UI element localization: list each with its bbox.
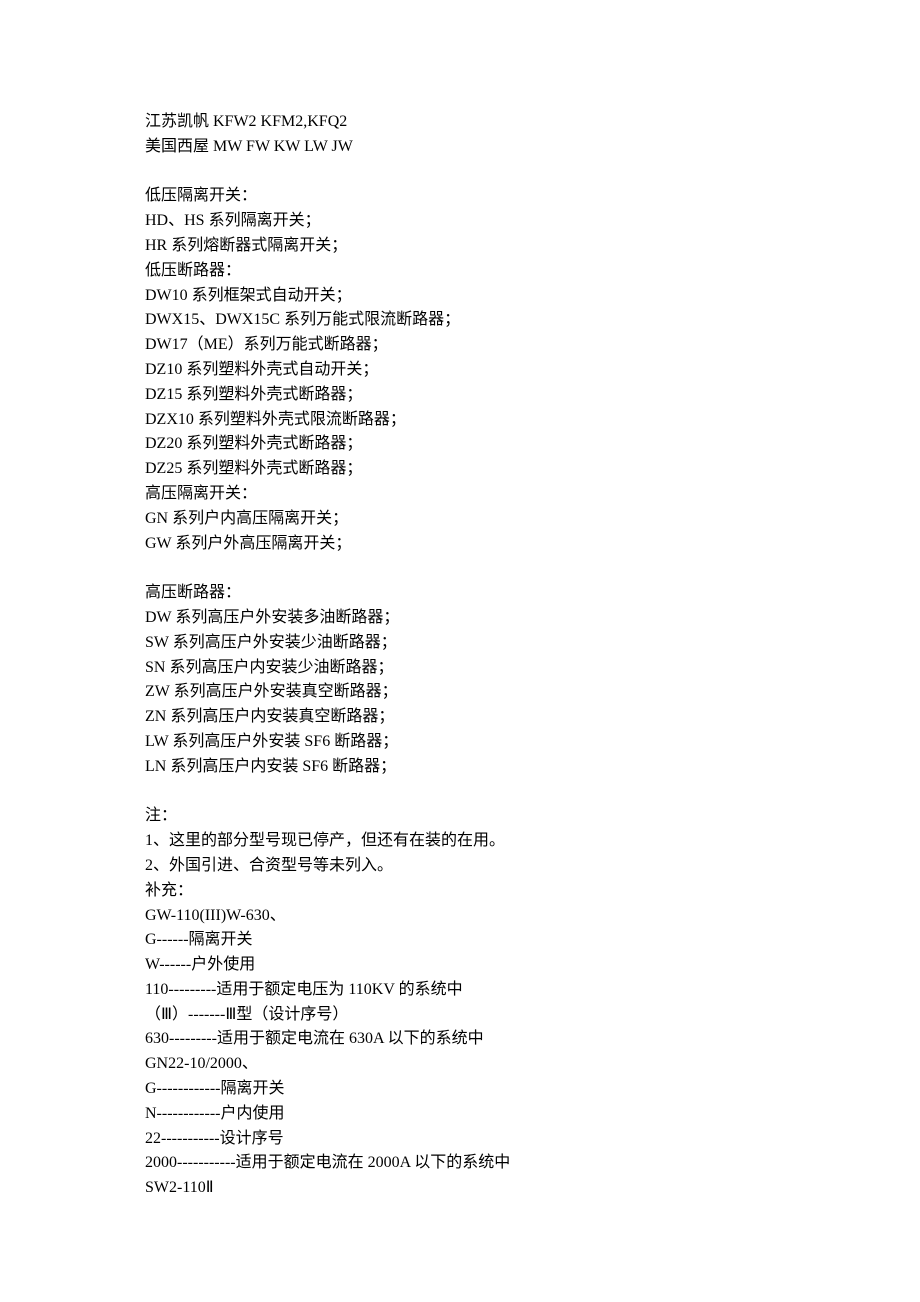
text-line: DW 系列高压户外安装多油断路器； — [145, 606, 775, 631]
document-content: 江苏凯帆 KFW2 KFM2,KFQ2美国西屋 MW FW KW LW JW 低… — [145, 110, 775, 1201]
text-line: DZ15 系列塑料外壳式断路器； — [145, 383, 775, 408]
text-line: 高压断路器： — [145, 581, 775, 606]
text-line: LN 系列高压户内安装 SF6 断路器； — [145, 755, 775, 780]
text-line: 2、外国引进、合资型号等未列入。 — [145, 854, 775, 879]
text-line: 补充： — [145, 879, 775, 904]
text-line: GN22-10/2000、 — [145, 1052, 775, 1077]
text-line: DZ20 系列塑料外壳式断路器； — [145, 432, 775, 457]
text-line: DZ10 系列塑料外壳式自动开关； — [145, 358, 775, 383]
text-line — [145, 780, 775, 805]
text-line: 注： — [145, 804, 775, 829]
text-line: GN 系列户内高压隔离开关； — [145, 507, 775, 532]
text-line: 110---------适用于额定电压为 110KV 的系统中 — [145, 978, 775, 1003]
text-line: 美国西屋 MW FW KW LW JW — [145, 135, 775, 160]
text-line: LW 系列高压户外安装 SF6 断路器； — [145, 730, 775, 755]
text-line — [145, 160, 775, 185]
text-line: 1、这里的部分型号现已停产，但还有在装的在用。 — [145, 829, 775, 854]
text-line: HR 系列熔断器式隔离开关； — [145, 234, 775, 259]
text-line: DW10 系列框架式自动开关； — [145, 284, 775, 309]
text-line: SN 系列高压户内安装少油断路器； — [145, 656, 775, 681]
text-line: G------隔离开关 — [145, 928, 775, 953]
text-line: 630---------适用于额定电流在 630A 以下的系统中 — [145, 1027, 775, 1052]
text-line: 2000-----------适用于额定电流在 2000A 以下的系统中 — [145, 1151, 775, 1176]
text-line: DWX15、DWX15C 系列万能式限流断路器； — [145, 308, 775, 333]
text-line: 江苏凯帆 KFW2 KFM2,KFQ2 — [145, 110, 775, 135]
text-line: DZ25 系列塑料外壳式断路器； — [145, 457, 775, 482]
text-line: SW 系列高压户外安装少油断路器； — [145, 631, 775, 656]
text-line: HD、HS 系列隔离开关； — [145, 209, 775, 234]
text-line: 22-----------设计序号 — [145, 1127, 775, 1152]
text-line: SW2-110Ⅱ — [145, 1176, 775, 1201]
document-page: 江苏凯帆 KFW2 KFM2,KFQ2美国西屋 MW FW KW LW JW 低… — [0, 0, 920, 1261]
text-line — [145, 556, 775, 581]
text-line: G------------隔离开关 — [145, 1077, 775, 1102]
text-line: N------------户内使用 — [145, 1102, 775, 1127]
text-line: DZX10 系列塑料外壳式限流断路器； — [145, 408, 775, 433]
text-line: ZN 系列高压户内安装真空断路器； — [145, 705, 775, 730]
text-line: DW17（ME）系列万能式断路器； — [145, 333, 775, 358]
text-line: 低压隔离开关： — [145, 184, 775, 209]
text-line: GW-110(III)W-630、 — [145, 904, 775, 929]
text-line: 低压断路器： — [145, 259, 775, 284]
text-line: W------户外使用 — [145, 953, 775, 978]
text-line: （Ⅲ）-------Ⅲ型（设计序号） — [145, 1003, 775, 1028]
text-line: 高压隔离开关： — [145, 482, 775, 507]
text-line: GW 系列户外高压隔离开关； — [145, 532, 775, 557]
text-line: ZW 系列高压户外安装真空断路器； — [145, 680, 775, 705]
